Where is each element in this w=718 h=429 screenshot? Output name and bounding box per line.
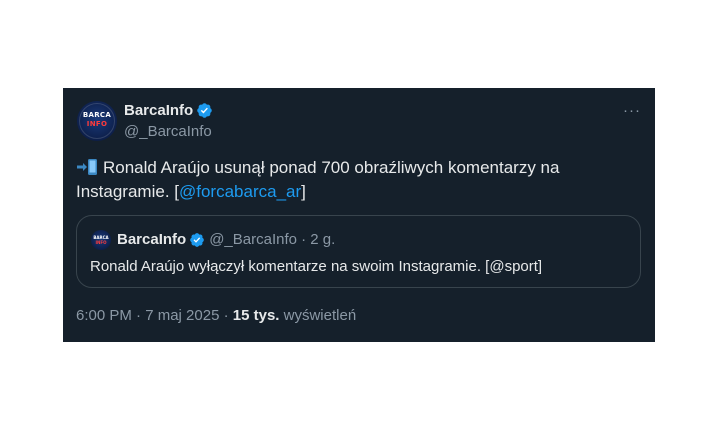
more-icon[interactable]: ···: [623, 102, 641, 119]
author-avatar[interactable]: BARCA INFO: [77, 101, 117, 141]
arrow-phone-emoji-icon: [77, 159, 97, 175]
tweet-card: BARCA INFO BarcaInfo @_BarcaInfo ··· Ron…: [63, 88, 655, 342]
quoted-avatar-text-bottom: INFO: [95, 240, 107, 245]
mention-link[interactable]: @forcabarca_ar: [179, 182, 301, 201]
tweet-text-body: Ronald Araújo usunął ponad 700 obraźliwy…: [76, 158, 560, 201]
quoted-tweet[interactable]: BARCA INFO BarcaInfo @_BarcaInfo · 2 g. …: [76, 215, 641, 288]
views-label: wyświetleń: [279, 307, 357, 324]
tweet-timestamp[interactable]: 6:00 PM · 7 maj 2025: [76, 307, 219, 324]
author-name-row: BarcaInfo: [124, 102, 213, 119]
views-count: 15 tys.: [232, 307, 280, 324]
author-name[interactable]: BarcaInfo: [124, 102, 193, 119]
tweet-meta: 6:00 PM · 7 maj 2025 · 15 tys. wyświetle…: [76, 307, 356, 324]
quoted-author-name: BarcaInfo: [117, 231, 187, 248]
quoted-handle-time: @_BarcaInfo · 2 g.: [209, 231, 336, 248]
quoted-author-avatar: BARCA INFO: [91, 230, 111, 250]
meta-separator: ·: [219, 307, 233, 324]
quoted-header: BarcaInfo @_BarcaInfo · 2 g.: [117, 231, 335, 248]
quoted-text: Ronald Araújo wyłączył komentarze na swo…: [90, 258, 543, 275]
author-handle[interactable]: @_BarcaInfo: [124, 123, 212, 140]
avatar-text-top: BARCA: [82, 111, 112, 119]
verified-badge-icon: [197, 103, 212, 118]
tweet-text-end: ]: [301, 182, 306, 201]
verified-badge-icon: [190, 232, 205, 247]
tweet-text: Ronald Araújo usunął ponad 700 obraźliwy…: [76, 156, 596, 204]
avatar-text-bottom: INFO: [86, 120, 108, 128]
